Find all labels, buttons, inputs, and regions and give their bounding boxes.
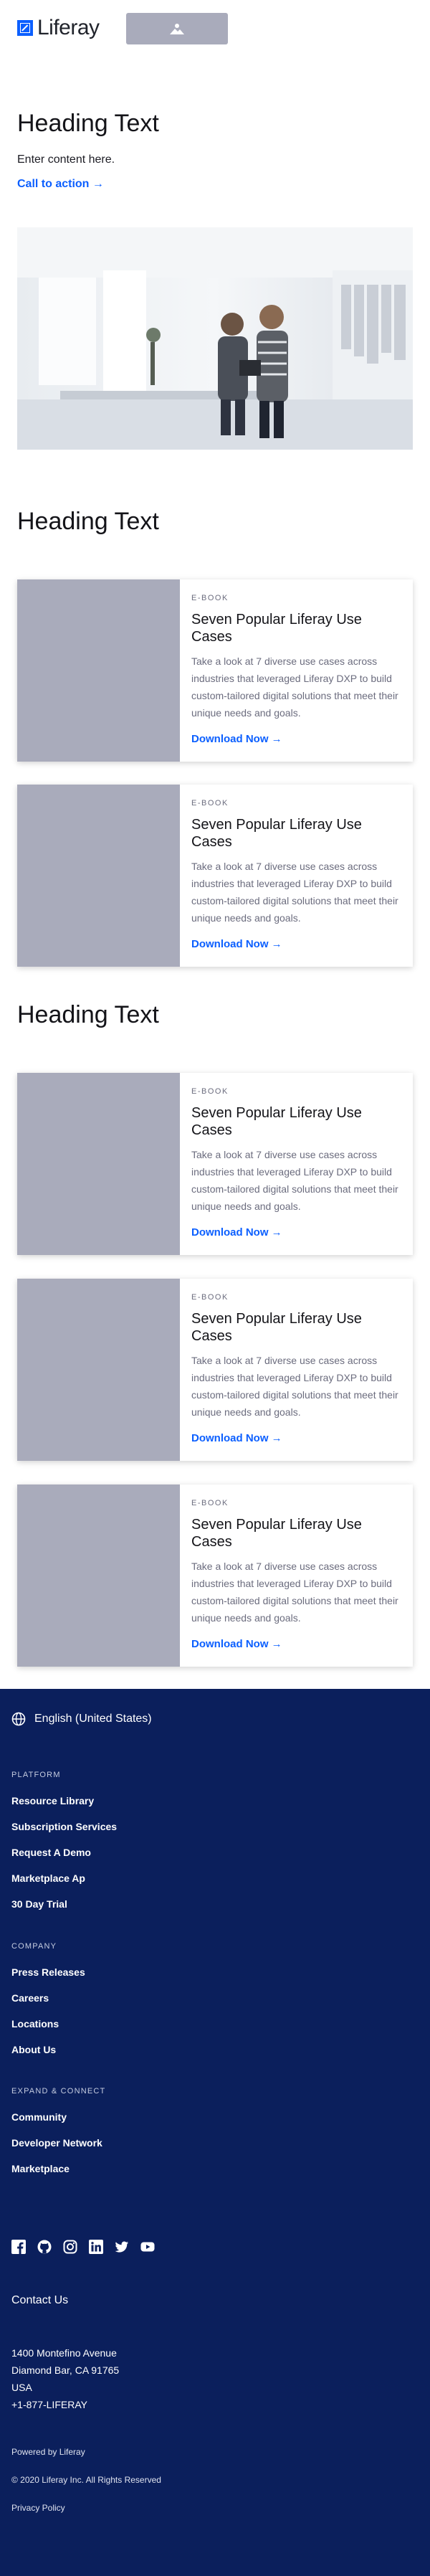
content-card: E-BOOK Seven Popular Liferay Use Cases T… xyxy=(17,785,413,967)
content-card: E-BOOK Seven Popular Liferay Use Cases T… xyxy=(17,1073,413,1255)
logo-text: Liferay xyxy=(37,16,100,39)
language-label: English (United States) xyxy=(34,1713,152,1725)
content-card: E-BOOK Seven Popular Liferay Use Cases T… xyxy=(17,1279,413,1461)
card-image-placeholder xyxy=(17,1484,181,1667)
card-description: Take a look at 7 diverse use cases acros… xyxy=(191,1561,398,1624)
footer-connect-group: EXPAND & CONNECT Community Developer Net… xyxy=(11,2087,105,2189)
footer-group-heading: PLATFORM xyxy=(11,1771,61,1779)
footer-link-careers[interactable]: Careers xyxy=(11,1992,85,2018)
card-image-placeholder xyxy=(17,579,181,762)
footer-link-resource-library[interactable]: Resource Library xyxy=(11,1795,117,1821)
card-description: Take a look at 7 diverse use cases acros… xyxy=(191,1355,398,1418)
footer-link-locations[interactable]: Locations xyxy=(11,2018,85,2044)
card-description: Take a look at 7 diverse use cases acros… xyxy=(191,861,398,924)
hero-body: Enter content here. xyxy=(17,153,115,166)
card-title: Seven Popular Liferay Use Cases xyxy=(191,1311,362,1344)
footer-link-community[interactable]: Community xyxy=(11,2111,105,2137)
card-title: Seven Popular Liferay Use Cases xyxy=(191,817,362,850)
header-image-placeholder xyxy=(126,13,228,44)
card-image-placeholder xyxy=(17,1073,181,1255)
section-heading-2: Heading Text xyxy=(17,1001,159,1028)
section-heading-1: Heading Text xyxy=(17,508,159,535)
contact-us-link[interactable]: Contact Us xyxy=(11,2294,68,2307)
footer-address: 1400 Montefino Avenue Diamond Bar, CA 91… xyxy=(11,2344,119,2413)
card-description: Take a look at 7 diverse use cases acros… xyxy=(191,1149,398,1212)
youtube-icon[interactable] xyxy=(140,2240,155,2254)
card-eyebrow: E-BOOK xyxy=(191,799,229,808)
card-title: Seven Popular Liferay Use Cases xyxy=(191,1105,362,1138)
card-eyebrow: E-BOOK xyxy=(191,594,229,602)
globe-icon xyxy=(11,1712,26,1726)
footer-link-about-us[interactable]: About Us xyxy=(11,2044,85,2070)
card-title: Seven Popular Liferay Use Cases xyxy=(191,1517,362,1550)
address-line: 1400 Montefino Avenue xyxy=(11,2347,117,2359)
address-line: Diamond Bar, CA 91765 xyxy=(11,2364,120,2376)
content-card: E-BOOK Seven Popular Liferay Use Cases T… xyxy=(17,1484,413,1667)
footer-link-request-a-demo[interactable]: Request A Demo xyxy=(11,1847,117,1872)
hero-photo xyxy=(17,227,413,450)
twitter-icon[interactable] xyxy=(115,2240,129,2254)
hero-section: Heading Text Enter content here. Call to… xyxy=(17,108,413,191)
card-title: Seven Popular Liferay Use Cases xyxy=(191,612,362,645)
card-image-placeholder xyxy=(17,785,181,967)
office-photo-illustration xyxy=(17,227,413,450)
privacy-policy-link[interactable]: Privacy Policy xyxy=(11,2503,65,2513)
liferay-logo-icon xyxy=(17,20,33,36)
footer-link-press-releases[interactable]: Press Releases xyxy=(11,1966,85,1992)
download-now-link[interactable]: Download Now → xyxy=(191,1432,401,1444)
footer-link-subscription-services[interactable]: Subscription Services xyxy=(11,1821,117,1847)
footer-group-heading: EXPAND & CONNECT xyxy=(11,2087,106,2096)
card-eyebrow: E-BOOK xyxy=(191,1087,229,1096)
address-line: USA xyxy=(11,2382,32,2393)
hero-heading: Heading Text xyxy=(17,110,159,137)
download-now-link[interactable]: Download Now → xyxy=(191,733,401,745)
card-image-placeholder xyxy=(17,1279,181,1461)
footer-link-developer-network[interactable]: Developer Network xyxy=(11,2137,105,2163)
image-icon xyxy=(170,24,184,34)
footer-platform-group: PLATFORM Resource Library Subscription S… xyxy=(11,1771,117,1924)
powered-by-liferay[interactable]: Powered by Liferay xyxy=(11,2447,85,2457)
copyright: © 2020 Liferay Inc. All Rights Reserved xyxy=(11,2475,161,2485)
footer-company-group: COMPANY Press Releases Careers Locations… xyxy=(11,1942,85,2070)
footer-link-30-day-trial[interactable]: 30 Day Trial xyxy=(11,1898,117,1924)
call-to-action-link[interactable]: Call to action → xyxy=(17,178,104,191)
download-now-link[interactable]: Download Now → xyxy=(191,1638,401,1650)
site-footer: English (United States) PLATFORM Resourc… xyxy=(0,1689,430,2576)
card-description: Take a look at 7 diverse use cases acros… xyxy=(191,655,398,719)
footer-group-heading: COMPANY xyxy=(11,1942,57,1951)
download-now-link[interactable]: Download Now → xyxy=(191,938,401,950)
liferay-logo[interactable]: Liferay xyxy=(17,17,100,39)
instagram-icon[interactable] xyxy=(63,2240,77,2254)
linkedin-icon[interactable] xyxy=(89,2240,103,2254)
facebook-icon[interactable] xyxy=(11,2240,26,2254)
card-eyebrow: E-BOOK xyxy=(191,1293,229,1302)
phone-number[interactable]: +1-877-LIFERAY xyxy=(11,2396,119,2413)
footer-link-marketplace[interactable]: Marketplace xyxy=(11,2163,105,2189)
card-eyebrow: E-BOOK xyxy=(191,1499,229,1507)
github-icon[interactable] xyxy=(37,2240,52,2254)
footer-link-marketplace-ap[interactable]: Marketplace Ap xyxy=(11,1872,117,1898)
content-card: E-BOOK Seven Popular Liferay Use Cases T… xyxy=(17,579,413,762)
language-selector[interactable]: English (United States) xyxy=(11,1712,152,1726)
download-now-link[interactable]: Download Now → xyxy=(191,1226,401,1239)
site-header: Liferay xyxy=(0,0,430,57)
social-links xyxy=(11,2240,155,2254)
